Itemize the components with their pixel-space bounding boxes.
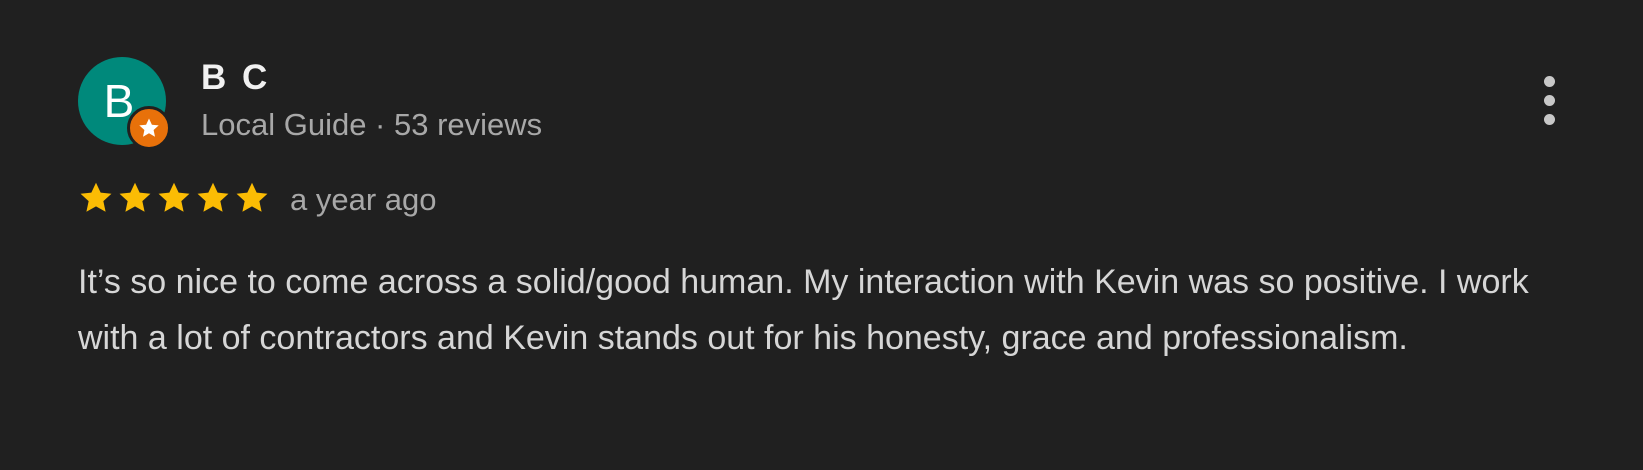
more-vert-icon-dot bbox=[1544, 95, 1555, 106]
star-icon bbox=[236, 182, 268, 212]
more-vert-icon-dot bbox=[1544, 76, 1555, 87]
star-icon bbox=[197, 182, 229, 212]
review-card: B B C Local Guide · 53 reviews a year ag… bbox=[0, 0, 1643, 470]
star-icon bbox=[158, 182, 190, 212]
reviewer-meta: Local Guide · 53 reviews bbox=[201, 107, 543, 142]
star-icon bbox=[80, 182, 112, 212]
review-text: It’s so nice to come across a solid/good… bbox=[78, 263, 1529, 357]
local-guide-badge-icon bbox=[127, 106, 171, 150]
review-time: a year ago bbox=[290, 182, 437, 217]
star-rating bbox=[78, 180, 270, 218]
reviewer-name[interactable]: B C bbox=[201, 58, 270, 98]
more-options-button[interactable] bbox=[1530, 72, 1570, 128]
more-vert-icon-dot bbox=[1544, 114, 1555, 125]
star-icon bbox=[139, 118, 159, 137]
star-icon bbox=[119, 182, 151, 212]
